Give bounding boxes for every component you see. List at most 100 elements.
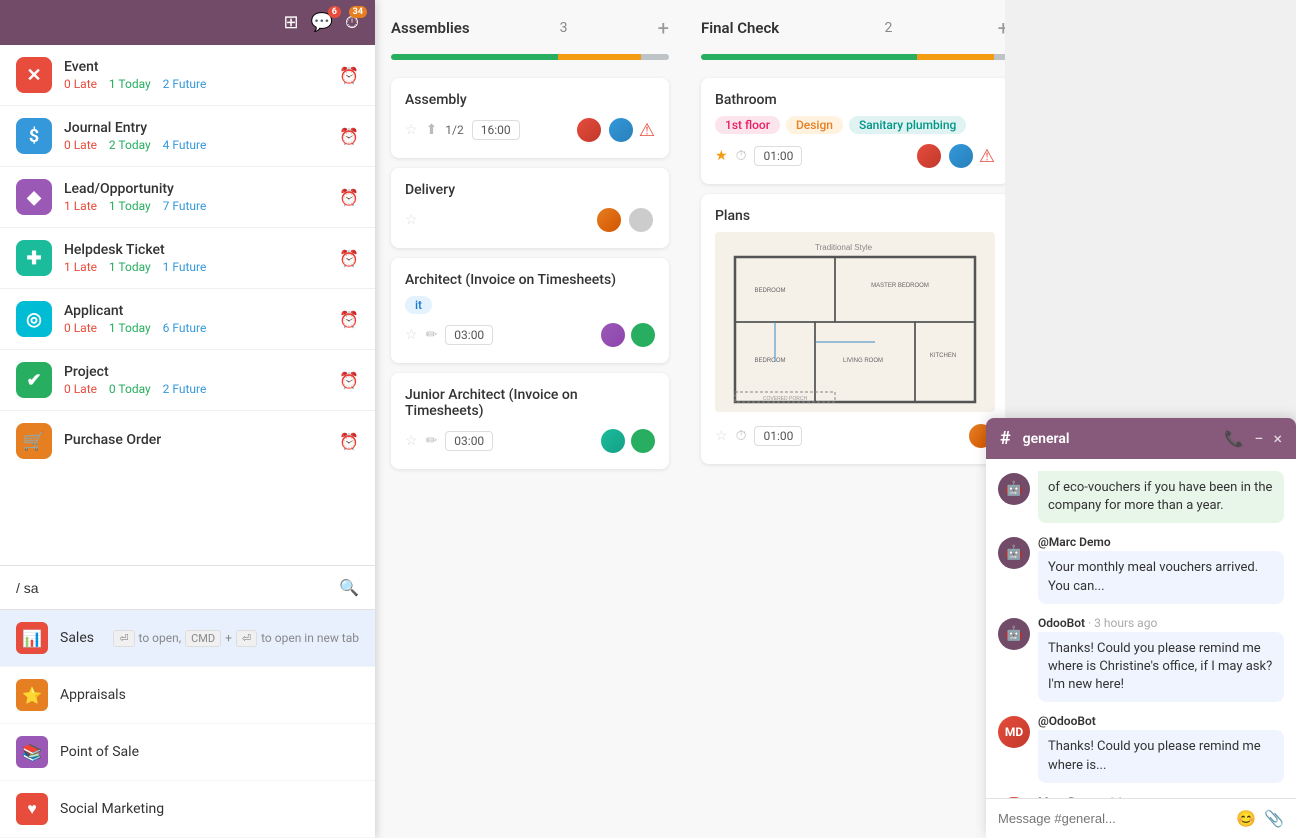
activity-clock-icon[interactable]: ⏰ (339, 188, 359, 207)
activity-clock-icon[interactable]: ⏰ (339, 310, 359, 329)
svg-text:Traditional Style: Traditional Style (815, 243, 873, 252)
kanban-card[interactable]: Delivery ☆ (391, 168, 669, 248)
card-footer: ☆ (405, 206, 655, 234)
app-name: Sales (60, 630, 113, 646)
clock-action-icon[interactable]: ⏱ (736, 428, 747, 444)
search-icon[interactable]: 🔍 (339, 578, 359, 597)
activity-item-event[interactable]: ✕ Event 0 Late 1 Today 2 Future ⏰ (0, 45, 375, 106)
svg-text:MASTER BEDROOM: MASTER BEDROOM (871, 283, 929, 289)
app-icon: 📚 (16, 736, 48, 768)
kanban-board: Assemblies 3 + Assembly ☆ ⬆ 1/2 16:00 (375, 0, 1005, 838)
time-badge: 01:00 (754, 146, 802, 166)
activity-item-helpdesk[interactable]: ✚ Helpdesk Ticket 1 Late 1 Today 1 Futur… (0, 228, 375, 289)
chat-sender: @Marc Demo (1038, 535, 1284, 549)
warning-icon: ⚠ (639, 120, 655, 141)
activity-info: Applicant 0 Late 1 Today 6 Future (64, 303, 339, 335)
message-content: OdooBot · 3 hours ago Thanks! Could you … (1038, 616, 1284, 703)
edit-icon[interactable]: ✏ (426, 433, 438, 449)
attach-icon[interactable]: 📎 (1264, 809, 1284, 828)
card-actions: ☆ ✏ 03:00 (405, 325, 493, 345)
activity-counts: 1 Late 1 Today 1 Future (64, 260, 339, 274)
avatar (627, 206, 655, 234)
kanban-card-plans[interactable]: Plans Traditional Style (701, 194, 1005, 464)
activity-icon-event: ✕ (16, 57, 52, 93)
count-future: 1 Future (163, 260, 207, 274)
col-header-assemblies: Assemblies 3 + (391, 16, 669, 40)
kanban-card-bathroom[interactable]: Bathroom 1st floor Design Sanitary plumb… (701, 78, 1005, 184)
chat-input[interactable] (998, 811, 1228, 826)
count-late: 0 Late (64, 321, 97, 335)
activity-clock-icon[interactable]: ⏰ (339, 249, 359, 268)
close-icon[interactable]: × (1273, 429, 1282, 448)
star-icon[interactable]: ☆ (715, 428, 728, 444)
activity-item-journal[interactable]: $ Journal Entry 0 Late 2 Today 4 Future … (0, 106, 375, 167)
edit-icon[interactable]: ✏ (426, 327, 438, 343)
search-result-sales[interactable]: 📊 Sales ⏎ to open, CMD + ⏎ to open in ne… (0, 610, 375, 667)
search-input[interactable] (16, 580, 339, 596)
app-name: Social Marketing (60, 801, 359, 817)
activity-clock-icon[interactable]: ⏰ (339, 432, 359, 451)
activity-name: Project (64, 364, 339, 380)
kanban-card[interactable]: Junior Architect (Invoice on Timesheets)… (391, 373, 669, 469)
message-content: of eco-vouchers if you have been in the … (1038, 471, 1284, 523)
chat-sender: @OdooBot (1038, 714, 1284, 728)
minimize-icon[interactable]: − (1254, 429, 1263, 448)
star-icon[interactable]: ☆ (405, 327, 418, 343)
activity-item-purchase[interactable]: 🛒 Purchase Order ⏰ (0, 411, 375, 471)
count-late: 0 Late (64, 77, 97, 91)
emoji-icon[interactable]: 😊 (1236, 809, 1256, 828)
col-add-btn[interactable]: + (658, 16, 669, 40)
warning-icon: ⚠ (979, 146, 995, 167)
search-result-social-marketing[interactable]: ♥ Social Marketing (0, 781, 375, 838)
activity-item-applicant[interactable]: ◎ Applicant 0 Late 1 Today 6 Future ⏰ (0, 289, 375, 350)
activity-info: Lead/Opportunity 1 Late 1 Today 7 Future (64, 181, 339, 213)
avatar (915, 142, 943, 170)
phone-icon[interactable]: 📞 (1224, 429, 1244, 448)
grid-icon[interactable]: ⊞ (283, 12, 298, 33)
clock-icon[interactable]: ⏱ 34 (345, 12, 359, 33)
search-result-appraisals[interactable]: ⭐ Appraisals (0, 667, 375, 724)
kanban-card[interactable]: Architect (Invoice on Timesheets) it ☆ ✏… (391, 258, 669, 363)
card-footer: ☆ ✏ 03:00 (405, 321, 655, 349)
search-result-point-of-sale[interactable]: 📚 Point of Sale (0, 724, 375, 781)
kanban-card[interactable]: Assembly ☆ ⬆ 1/2 16:00 ⚠ (391, 78, 669, 158)
clock-badge: 34 (349, 6, 367, 18)
clock-action-icon[interactable]: ⏱ (736, 148, 747, 164)
avatar (595, 206, 623, 234)
chat-controls: 📞 − × (1224, 429, 1282, 448)
chat-bubble: Thanks! Could you please remind me where… (1038, 730, 1284, 782)
star-icon[interactable]: ☆ (405, 122, 418, 138)
activity-clock-icon[interactable]: ⏰ (339, 127, 359, 146)
message-content: @Marc Demo Your monthly meal vouchers ar… (1038, 535, 1284, 603)
star-icon[interactable]: ★ (715, 148, 728, 164)
avatar (599, 321, 627, 349)
chat-message: 🤖 OdooBot · 3 hours ago Thanks! Could yo… (998, 616, 1284, 703)
activity-clock-icon[interactable]: ⏰ (339, 66, 359, 85)
count-future: 6 Future (163, 321, 207, 335)
app-name: Appraisals (60, 687, 359, 703)
activity-info: Journal Entry 0 Late 2 Today 4 Future (64, 120, 339, 152)
progress-bar-final-check (701, 54, 1005, 60)
bot-avatar: 🤖 (998, 473, 1030, 505)
activity-name: Journal Entry (64, 120, 339, 136)
progress-green (701, 54, 917, 60)
activity-item-lead[interactable]: ◆ Lead/Opportunity 1 Late 1 Today 7 Futu… (0, 167, 375, 228)
count-late: 0 Late (64, 382, 97, 396)
activity-icon-applicant: ◎ (16, 301, 52, 337)
card-actions: ☆ ✏ 03:00 (405, 431, 493, 451)
chat-sender: OdooBot · 3 hours ago (1038, 616, 1284, 630)
star-icon[interactable]: ☆ (405, 212, 418, 228)
activity-clock-icon[interactable]: ⏰ (339, 371, 359, 390)
activity-item-project[interactable]: ✔ Project 0 Late 0 Today 2 Future ⏰ (0, 350, 375, 411)
activity-name: Event (64, 59, 339, 75)
card-footer: ☆ ⬆ 1/2 16:00 ⚠ (405, 116, 655, 144)
star-icon[interactable]: ☆ (405, 433, 418, 449)
chat-icon[interactable]: 💬 6 (311, 12, 333, 33)
activity-name: Helpdesk Ticket (64, 242, 339, 258)
card-title: Junior Architect (Invoice on Timesheets) (405, 387, 655, 419)
action-icon[interactable]: ⬆ (426, 122, 438, 138)
progress-bar-assemblies (391, 54, 669, 60)
col-add-btn[interactable]: + (998, 16, 1005, 40)
activity-name: Lead/Opportunity (64, 181, 339, 197)
search-bar: 🔍 (0, 565, 375, 609)
